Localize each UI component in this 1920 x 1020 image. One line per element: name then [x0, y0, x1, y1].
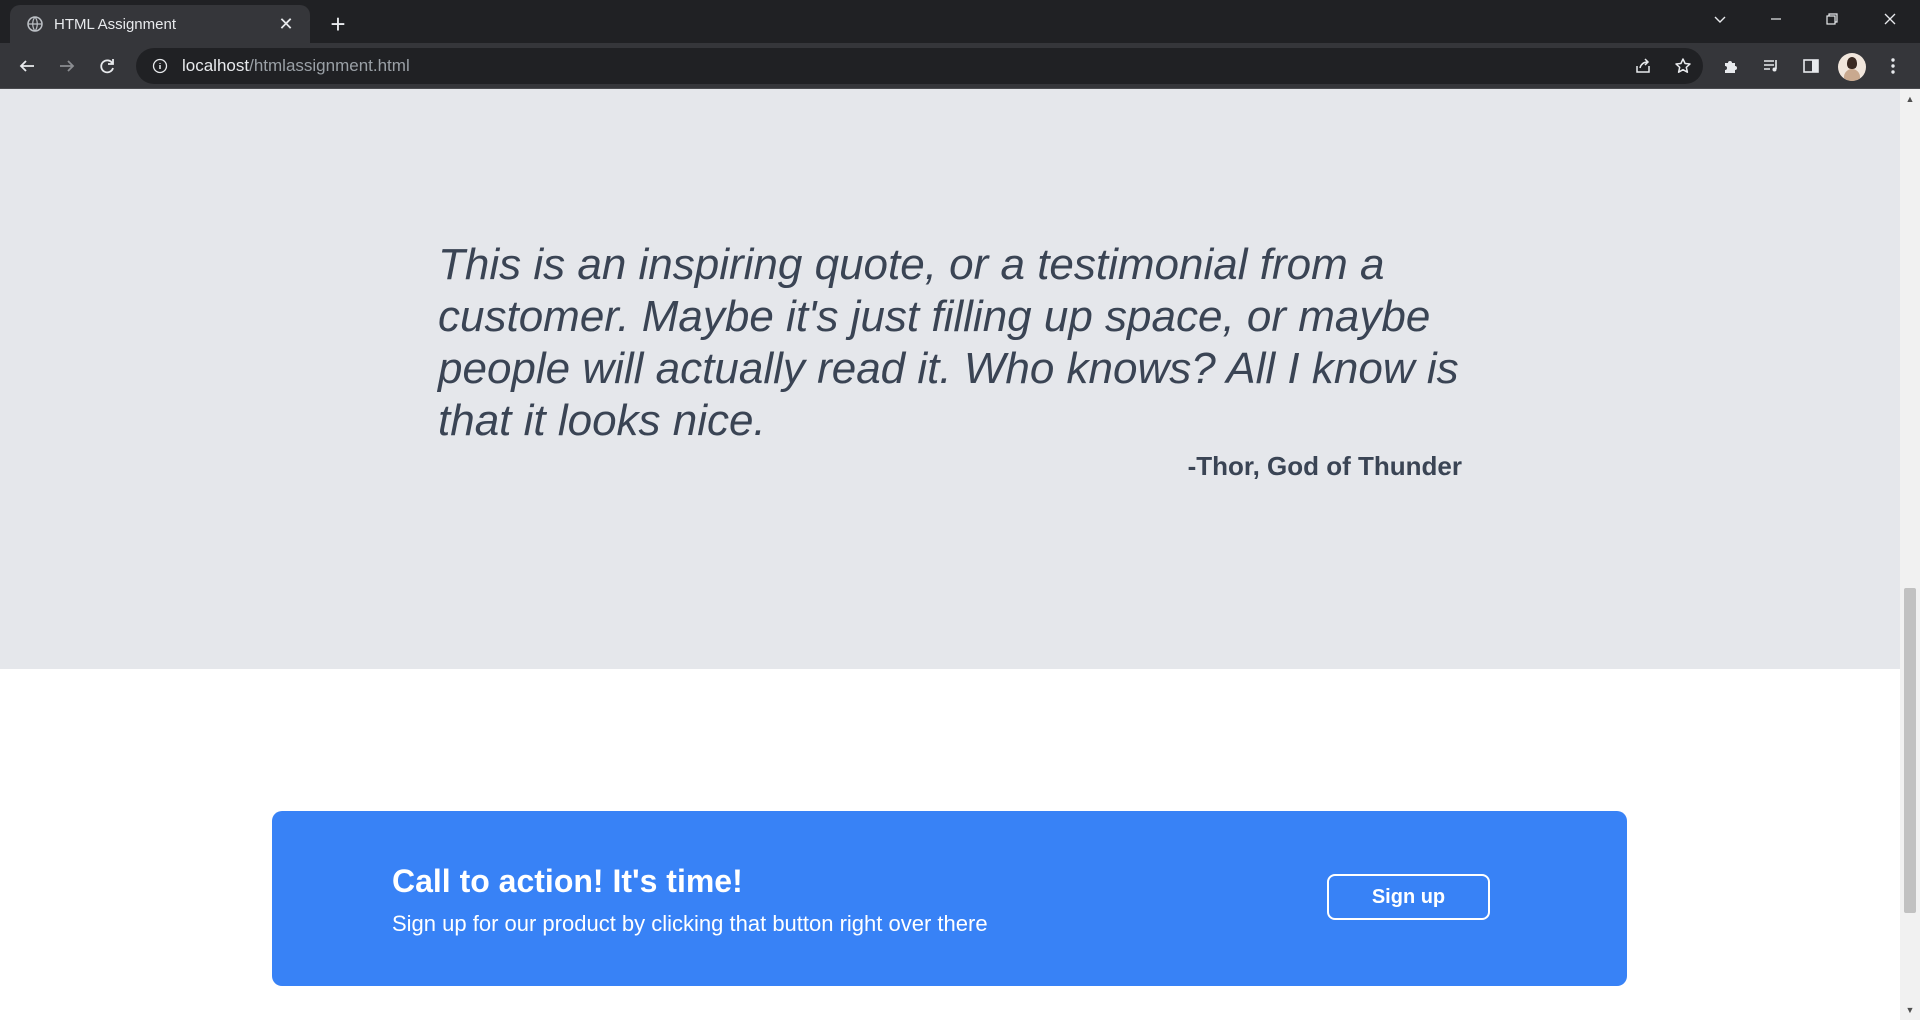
- scroll-up-arrow-icon[interactable]: ▲: [1900, 91, 1920, 107]
- url-path: /htmlassignment.html: [249, 56, 410, 75]
- tab-strip: HTML Assignment ✕ +: [0, 0, 1920, 43]
- share-icon[interactable]: [1628, 51, 1658, 81]
- browser-tab[interactable]: HTML Assignment ✕: [10, 5, 310, 43]
- quote-author: -Thor, God of Thunder: [1187, 451, 1462, 481]
- star-icon[interactable]: [1668, 51, 1698, 81]
- avatar-head: [1847, 57, 1857, 69]
- info-icon[interactable]: [150, 56, 170, 76]
- quote-section: This is an inspiring quote, or a testimo…: [0, 89, 1900, 669]
- globe-icon: [26, 15, 44, 33]
- address-bar[interactable]: localhost/htmlassignment.html: [136, 48, 1703, 84]
- kebab-menu-icon[interactable]: [1878, 51, 1908, 81]
- forward-arrow-icon[interactable]: [50, 49, 84, 83]
- url-text: localhost/htmlassignment.html: [182, 56, 410, 76]
- back-arrow-icon[interactable]: [10, 49, 44, 83]
- scroll-down-arrow-icon[interactable]: ▼: [1900, 1002, 1920, 1018]
- call-to-action-banner: Call to action! It's time! Sign up for o…: [272, 811, 1627, 986]
- quote-text: This is an inspiring quote, or a testimo…: [438, 240, 1459, 445]
- tab-title: HTML Assignment: [54, 15, 176, 33]
- side-panel-icon[interactable]: [1796, 51, 1826, 81]
- browser-toolbar: localhost/htmlassignment.html: [0, 43, 1920, 89]
- scrollbar-thumb[interactable]: [1904, 588, 1916, 913]
- url-host: localhost: [182, 56, 250, 75]
- vertical-scrollbar[interactable]: ▲ ▼: [1900, 89, 1920, 1020]
- profile-avatar[interactable]: [1838, 53, 1866, 81]
- new-tab-button[interactable]: +: [322, 8, 354, 40]
- close-window-icon[interactable]: [1862, 0, 1918, 38]
- tab-search-icon[interactable]: [1692, 0, 1748, 38]
- cta-title: Call to action! It's time!: [392, 863, 743, 899]
- sign-up-button[interactable]: Sign up: [1327, 874, 1490, 920]
- restore-icon[interactable]: [1804, 0, 1860, 38]
- tab-close-icon[interactable]: ✕: [274, 12, 298, 36]
- media-queue-icon[interactable]: [1756, 51, 1786, 81]
- puzzle-icon[interactable]: [1716, 51, 1746, 81]
- minimize-icon[interactable]: [1748, 0, 1804, 38]
- avatar-body: [1844, 69, 1860, 81]
- page-viewport: This is an inspiring quote, or a testimo…: [0, 89, 1900, 1020]
- reload-icon[interactable]: [90, 49, 124, 83]
- cta-subtitle: Sign up for our product by clicking that…: [392, 911, 988, 936]
